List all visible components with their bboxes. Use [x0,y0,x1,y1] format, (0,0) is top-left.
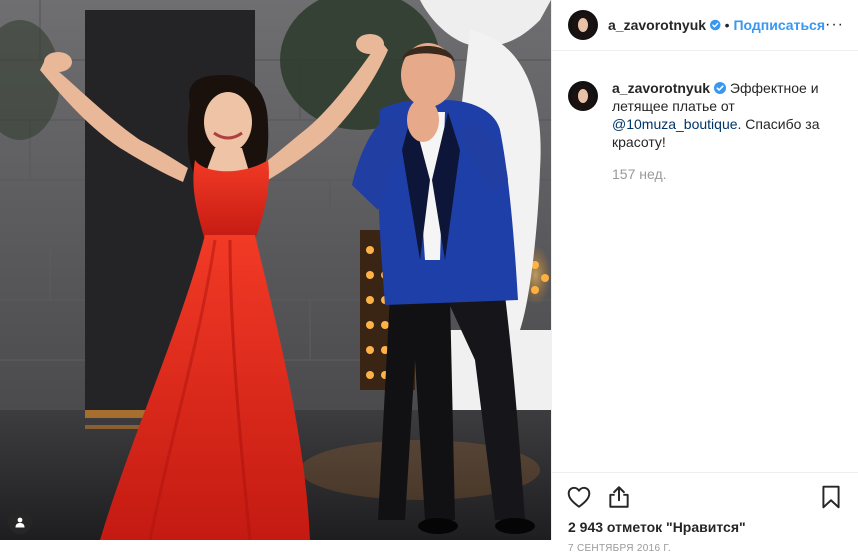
bookmark-icon[interactable] [818,484,844,510]
verified-badge-icon [710,19,721,31]
action-row [566,481,844,513]
header-username[interactable]: a_zavorotnyuk [608,17,706,33]
likes-count[interactable]: 2 943 отметок "Нравится" [566,519,844,535]
user-tag-button[interactable] [8,510,32,534]
instagram-post: a_zavorotnyuk • Подписаться ··· a_zavoro… [0,0,858,554]
caption-body: a_zavorotnyuk Эффектное и летящее платье… [612,79,827,183]
more-options-button[interactable]: ··· [825,16,844,34]
post-date[interactable]: 7 сентября 2016 г. [566,543,844,554]
caption-avatar[interactable] [568,81,598,111]
post-photo[interactable] [0,0,551,540]
caption: a_zavorotnyuk Эффектное и летящее платье… [552,51,858,183]
verified-badge-icon [714,82,727,94]
post-header: a_zavorotnyuk • Подписаться ··· [552,0,858,51]
caption-text: a_zavorotnyuk Эффектное и летящее платье… [612,79,827,151]
separator-dot: • [724,17,730,33]
share-icon[interactable] [606,484,632,510]
photo-illustration [0,0,551,540]
mention-link[interactable]: @10muza_boutique [612,116,738,132]
post-actions: 2 943 отметок "Нравится" 7 сентября 2016… [552,472,858,554]
user-tag-icon [15,517,25,528]
heart-icon[interactable] [566,484,592,510]
avatar[interactable] [568,10,598,40]
caption-username[interactable]: a_zavorotnyuk [612,80,710,96]
post-side-panel: a_zavorotnyuk • Подписаться ··· a_zavoro… [551,0,858,554]
post-age[interactable]: 157 нед. [612,165,827,183]
follow-button[interactable]: Подписаться [733,17,825,33]
